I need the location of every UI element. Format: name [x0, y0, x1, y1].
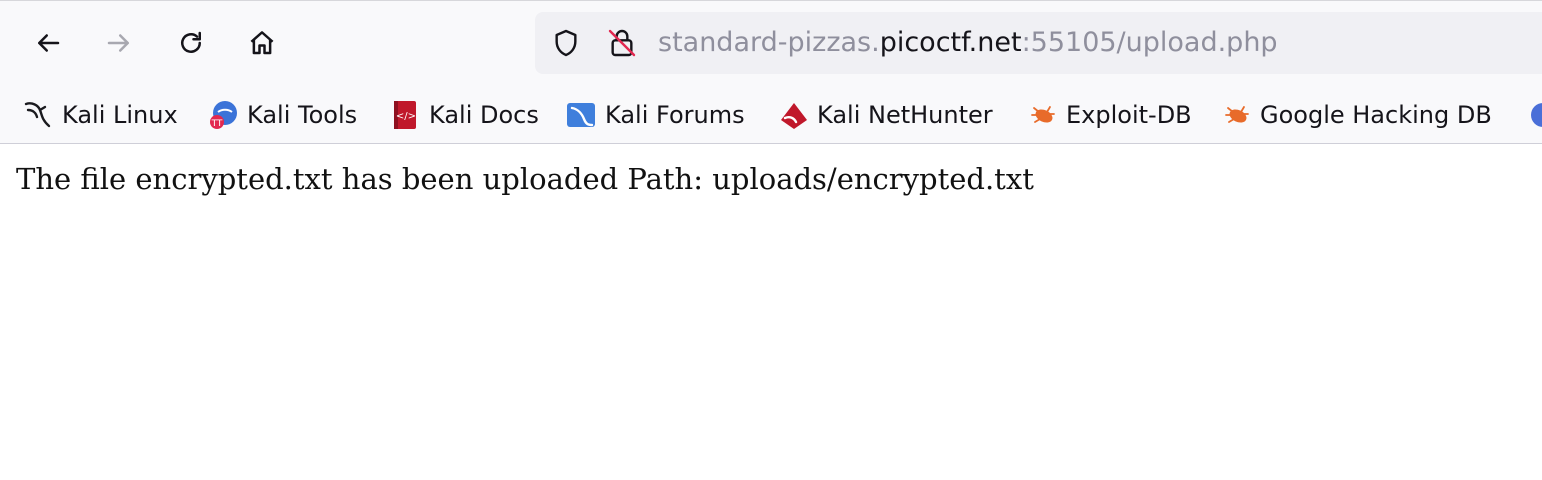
url-domain: picoctf.net [879, 27, 1022, 58]
svg-text:</>: </> [396, 111, 416, 122]
url-prefix: standard-pizzas. [658, 27, 880, 58]
browser-toolbar: standard-pizzas.picoctf.net:55105/upload… [0, 0, 1542, 86]
bookmark-label: Google Hacking DB [1260, 101, 1492, 129]
bookmark-label: Kali NetHunter [817, 101, 993, 129]
arrow-right-icon [107, 34, 129, 52]
arrow-left-icon [38, 34, 60, 52]
bookmark-overflow-partial[interactable] [1526, 86, 1542, 144]
home-button[interactable] [242, 23, 282, 63]
kali-dragon-icon [22, 98, 56, 132]
globe-icon [1526, 98, 1542, 132]
svg-text:TT: TT [211, 119, 223, 129]
bookmark-label: Kali Tools [247, 101, 358, 129]
shield-icon[interactable] [550, 27, 582, 59]
bookmark-kali-nethunter[interactable]: Kali NetHunter [777, 86, 993, 144]
bookmark-google-hacking-db[interactable]: Google Hacking DB [1220, 86, 1492, 144]
exploit-db-icon [1026, 98, 1060, 132]
back-button[interactable] [28, 23, 68, 63]
url-text[interactable]: standard-pizzas.picoctf.net:55105/upload… [658, 12, 1278, 74]
reload-button[interactable] [171, 23, 211, 63]
bookmark-label: Exploit-DB [1066, 101, 1192, 129]
home-icon [250, 31, 274, 55]
forward-button[interactable] [99, 23, 139, 63]
bookmarks-toolbar: Kali Linux TT Kali Tools </> Kali Docs K… [0, 86, 1542, 144]
insecure-lock-icon[interactable] [606, 27, 638, 59]
bookmark-label: Kali Docs [429, 101, 539, 129]
upload-result-message: The file encrypted.txt has been uploaded… [16, 162, 1034, 196]
ghdb-icon [1220, 98, 1254, 132]
url-suffix: :55105/upload.php [1021, 27, 1278, 58]
kali-tools-icon: TT [207, 98, 241, 132]
kali-nethunter-icon [777, 98, 811, 132]
bookmark-label: Kali Linux [62, 101, 178, 129]
bookmark-kali-linux[interactable]: Kali Linux [22, 86, 178, 144]
kali-forums-icon [565, 98, 599, 132]
url-bar[interactable]: standard-pizzas.picoctf.net:55105/upload… [535, 12, 1542, 74]
bookmark-kali-docs[interactable]: </> Kali Docs [389, 86, 539, 144]
kali-docs-icon: </> [389, 98, 423, 132]
reload-icon [181, 31, 201, 53]
bookmark-kali-tools[interactable]: TT Kali Tools [207, 86, 357, 144]
bookmark-label: Kali Forums [605, 101, 745, 129]
bookmark-kali-forums[interactable]: Kali Forums [565, 86, 745, 144]
bookmark-exploit-db[interactable]: Exploit-DB [1026, 86, 1192, 144]
page-content: The file encrypted.txt has been uploaded… [0, 144, 1542, 214]
